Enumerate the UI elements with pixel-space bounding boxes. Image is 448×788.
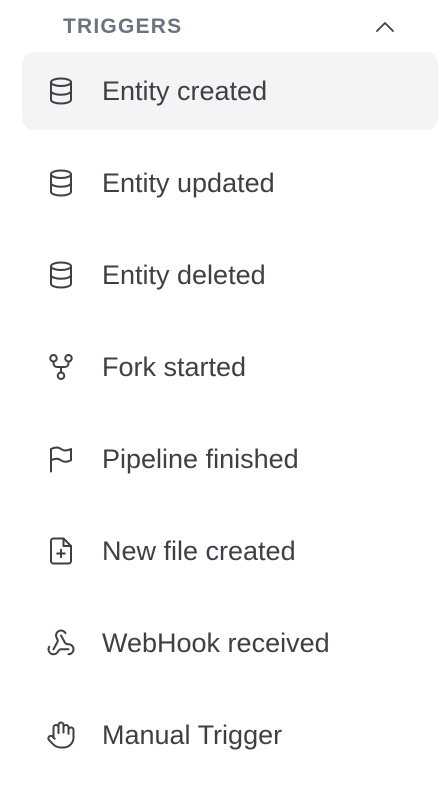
database-icon [46, 76, 76, 106]
database-icon [46, 168, 76, 198]
trigger-label: Pipeline finished [102, 443, 299, 474]
git-fork-icon [46, 352, 76, 382]
trigger-item-entity-updated[interactable]: Entity updated [22, 144, 438, 222]
triggers-section-header[interactable]: TRIGGERS [22, 6, 438, 48]
webhook-icon [46, 628, 76, 658]
flag-icon [46, 444, 76, 474]
trigger-label: Entity updated [102, 167, 275, 198]
trigger-item-webhook-received[interactable]: WebHook received [22, 604, 438, 682]
trigger-label: Entity deleted [102, 259, 266, 290]
hand-icon [46, 720, 76, 750]
trigger-item-fork-started[interactable]: Fork started [22, 328, 438, 406]
trigger-list: Entity created Entity updated Entity del… [22, 52, 438, 788]
chevron-up-icon[interactable] [372, 14, 398, 40]
database-icon [46, 260, 76, 290]
trigger-label: Fork started [102, 351, 247, 382]
trigger-label: Manual Trigger [102, 719, 283, 750]
file-plus-icon [46, 536, 76, 566]
trigger-item-entity-created[interactable]: Entity created [22, 52, 438, 130]
trigger-item-pipeline-finished[interactable]: Pipeline finished [22, 420, 438, 498]
trigger-label: New file created [102, 535, 296, 566]
section-title: TRIGGERS [63, 15, 183, 38]
trigger-item-new-file-created[interactable]: New file created [22, 512, 438, 590]
trigger-item-manual-trigger[interactable]: Manual Trigger [22, 696, 438, 774]
triggers-panel: TRIGGERS Entity created Entity updated E… [0, 0, 448, 766]
trigger-label: Entity created [102, 75, 268, 106]
trigger-item-entity-deleted[interactable]: Entity deleted [22, 236, 438, 314]
trigger-label: WebHook received [102, 627, 330, 658]
